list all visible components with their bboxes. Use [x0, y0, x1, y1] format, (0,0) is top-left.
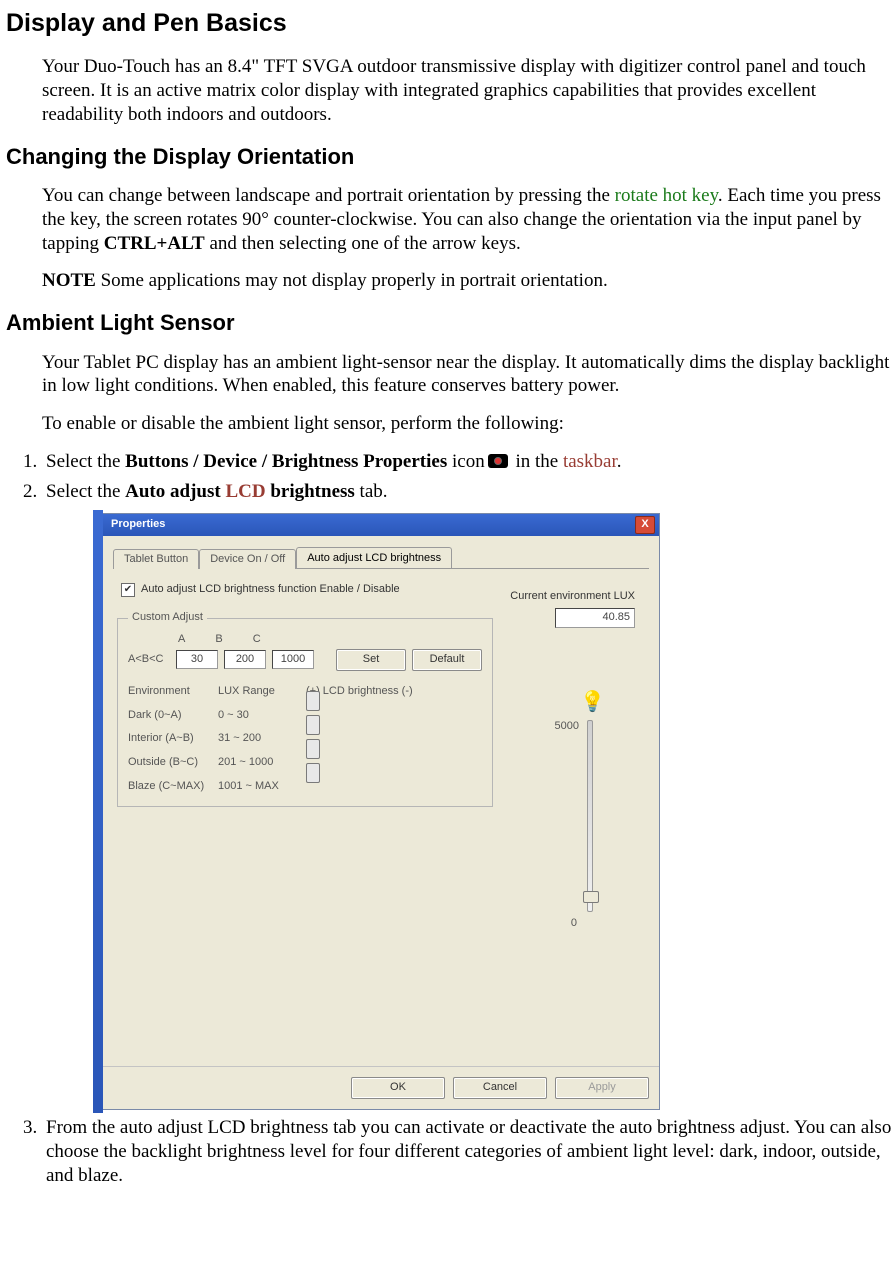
current-lux-value: 40.85: [555, 608, 635, 628]
hdr-lux-range: LUX Range: [218, 685, 306, 699]
section-heading-orientation: Changing the Display Orientation: [6, 143, 896, 171]
vslider-max: 5000: [555, 720, 579, 734]
properties-dialog: Properties X Tablet Button Device On / O…: [102, 513, 660, 1110]
ctrl-alt-text: CTRL+ALT: [104, 233, 205, 254]
text: brightness: [266, 481, 355, 502]
env-label: Dark (0~A): [128, 709, 218, 723]
titlebar: Properties X: [103, 514, 659, 536]
row-dark: Dark (0~A) 0 ~ 30: [128, 709, 482, 723]
vslider-min: 0: [571, 917, 577, 931]
page-title: Display and Pen Basics: [6, 8, 896, 39]
text: .: [617, 451, 622, 472]
range-label: 31 ~ 200: [218, 732, 306, 746]
range-label: 1001 ~ MAX: [218, 780, 306, 794]
cancel-button[interactable]: Cancel: [453, 1077, 547, 1099]
abc-prefix: A<B<C: [128, 653, 170, 667]
set-button[interactable]: Set: [336, 649, 406, 671]
auto-adjust-checkbox[interactable]: ✔: [121, 583, 135, 597]
custom-adjust-group: Custom Adjust A B C A<B<C 30 200 1000: [117, 611, 493, 806]
env-label: Outside (B~C): [128, 756, 218, 770]
col-b: B: [215, 633, 222, 647]
row-interior: Interior (A~B) 31 ~ 200: [128, 732, 482, 746]
tab-device-on-off[interactable]: Device On / Off: [199, 549, 296, 570]
col-a: A: [178, 633, 185, 647]
brightness-properties-icon: [488, 454, 508, 468]
ok-button[interactable]: OK: [351, 1077, 445, 1099]
tab-auto-adjust-lcd[interactable]: Auto adjust LCD brightness: [296, 547, 452, 569]
window-border: [93, 510, 103, 1113]
text: Auto adjust: [125, 481, 225, 502]
orientation-paragraph: You can change between landscape and por…: [42, 184, 896, 255]
text: in the: [511, 451, 563, 472]
range-label: 201 ~ 1000: [218, 756, 306, 770]
section-heading-ambient: Ambient Light Sensor: [6, 309, 896, 337]
taskbar-link[interactable]: taskbar: [563, 451, 617, 472]
hdr-environment: Environment: [128, 685, 218, 699]
note-text: Some applications may not display proper…: [96, 270, 608, 291]
enable-paragraph: To enable or disable the ambient light s…: [42, 412, 896, 436]
bulb-icon: 💡: [580, 692, 600, 712]
auto-adjust-checkbox-label: Auto adjust LCD brightness function Enab…: [141, 583, 400, 597]
intro-paragraph: Your Duo-Touch has an 8.4" TFT SVGA outd…: [42, 55, 896, 126]
text: icon: [447, 451, 484, 472]
tab-strip: Tablet Button Device On / Off Auto adjus…: [113, 546, 649, 569]
vslider-thumb[interactable]: [583, 891, 599, 903]
env-label: Interior (A~B): [128, 732, 218, 746]
text: and then selecting one of the arrow keys…: [205, 233, 521, 254]
lux-vertical-slider[interactable]: 💡 5000 0: [555, 692, 625, 932]
close-button[interactable]: X: [635, 516, 655, 534]
properties-icon-name: Buttons / Device / Brightness Properties: [125, 451, 447, 472]
lcd-link[interactable]: LCD: [225, 481, 265, 502]
input-a[interactable]: 30: [176, 650, 218, 669]
step-3: From the auto adjust LCD brightness tab …: [42, 1116, 896, 1187]
current-lux-label: Current environment LUX: [510, 590, 635, 604]
step-1: Select the Buttons / Device / Brightness…: [42, 450, 896, 474]
tab-tablet-button[interactable]: Tablet Button: [113, 549, 199, 570]
text: Select the: [46, 451, 125, 472]
custom-adjust-legend: Custom Adjust: [128, 611, 207, 625]
dialog-title: Properties: [111, 518, 635, 532]
col-c: C: [253, 633, 261, 647]
default-button[interactable]: Default: [412, 649, 482, 671]
input-b[interactable]: 200: [224, 650, 266, 669]
range-label: 0 ~ 30: [218, 709, 306, 723]
input-c[interactable]: 1000: [272, 650, 314, 669]
rotate-hot-key-link[interactable]: rotate hot key: [615, 185, 718, 206]
ambient-paragraph: Your Tablet PC display has an ambient li…: [42, 351, 896, 399]
apply-button[interactable]: Apply: [555, 1077, 649, 1099]
note-paragraph: NOTE Some applications may not display p…: [42, 269, 896, 293]
text: tab.: [355, 481, 388, 502]
row-blaze: Blaze (C~MAX) 1001 ~ MAX: [128, 780, 482, 794]
hdr-lcd-brightness: (+) LCD brightness (-): [306, 685, 482, 699]
row-outside: Outside (B~C) 201 ~ 1000: [128, 756, 482, 770]
env-label: Blaze (C~MAX): [128, 780, 218, 794]
step-2: Select the Auto adjust LCD brightness ta…: [42, 480, 896, 1111]
text: You can change between landscape and por…: [42, 185, 615, 206]
text: Select the: [46, 481, 125, 502]
note-label: NOTE: [42, 270, 96, 291]
